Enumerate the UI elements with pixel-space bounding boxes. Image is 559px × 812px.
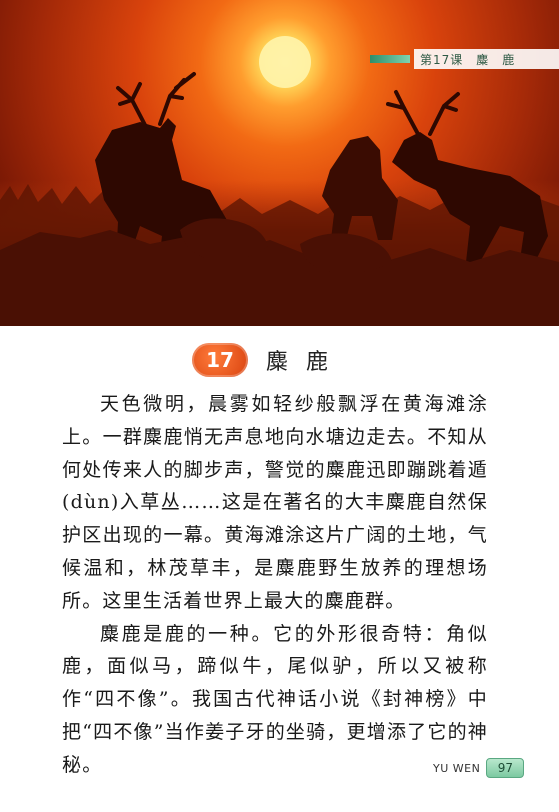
- lesson-title: 麋鹿: [266, 350, 347, 375]
- paragraph-1: 天色微明，晨雾如轻纱般飘浮在黄海滩涂上。一群麋鹿悄无声息地向水塘边走去。不知从何…: [62, 393, 488, 612]
- sun: [259, 36, 311, 88]
- title-row: 17 麋鹿: [192, 341, 346, 379]
- lesson-number-badge: 17: [192, 343, 248, 377]
- lesson-header: 第17课 麋 鹿: [370, 49, 559, 69]
- lesson-body: 天色微明，晨雾如轻纱般飘浮在黄海滩涂上。一群麋鹿悄无声息地向水塘边走去。不知从何…: [62, 388, 488, 782]
- deer-sunset-photo: 第17课 麋 鹿: [0, 0, 559, 326]
- header-accent-bar: [370, 55, 410, 63]
- page-number: 97: [486, 758, 525, 778]
- page-footer: YU WEN 97: [433, 758, 525, 778]
- book-name: YU WEN: [433, 761, 481, 775]
- lesson-label: 第17课 麋 鹿: [414, 49, 559, 69]
- paragraph-2: 麋鹿是鹿的一种。它的外形很奇特：角似鹿，面似马，蹄似牛，尾似驴，所以又被称作“四…: [62, 622, 488, 776]
